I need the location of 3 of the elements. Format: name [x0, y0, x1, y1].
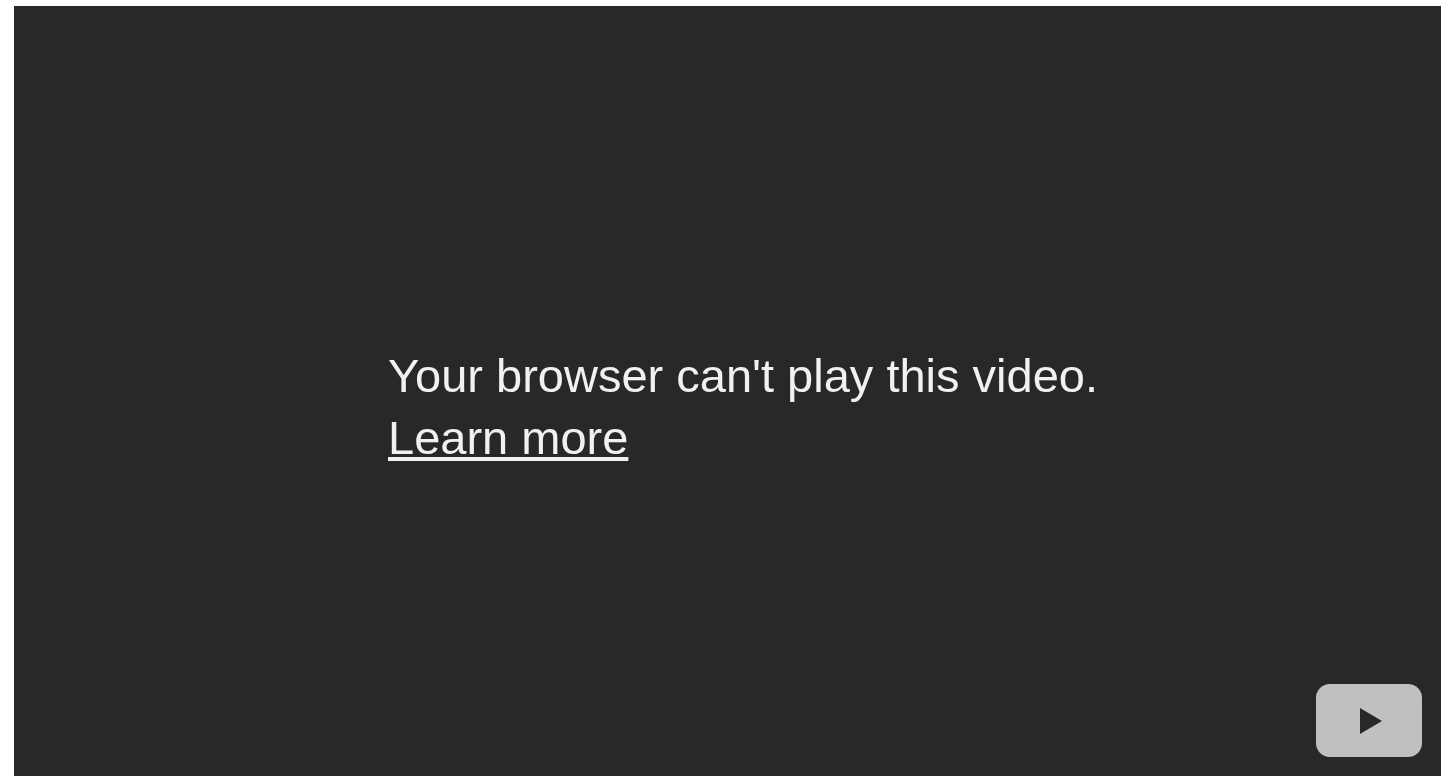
error-message: Your browser can't play this video. [388, 348, 1098, 404]
play-logo-icon[interactable] [1316, 684, 1422, 757]
learn-more-link[interactable]: Learn more [388, 408, 629, 468]
